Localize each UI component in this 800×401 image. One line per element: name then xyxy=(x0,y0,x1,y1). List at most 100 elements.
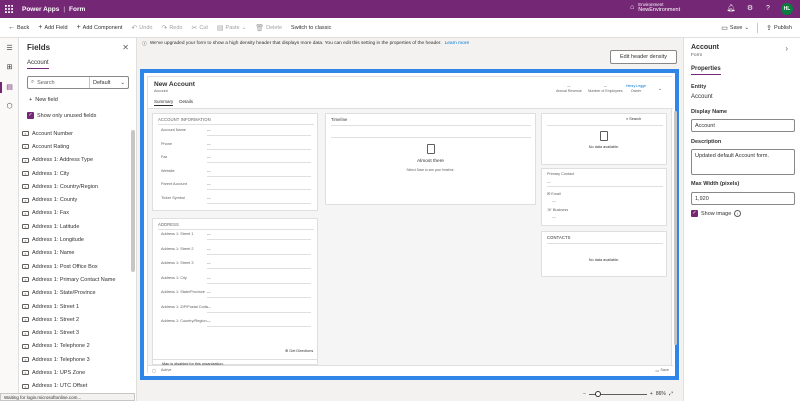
footer-save-label[interactable]: Save xyxy=(660,368,669,372)
field-list-scrollbar[interactable] xyxy=(131,130,135,272)
settings-icon[interactable]: ⚙ xyxy=(745,4,755,14)
field-list-item[interactable]: ≡ Address 1: UPS Zone xyxy=(22,366,130,379)
field-list-item[interactable]: ≡ Address 1: State/Province xyxy=(22,287,130,300)
field-list-item[interactable]: ≡ Address 1: Fax xyxy=(22,207,130,220)
entity-value: Account xyxy=(691,94,713,100)
form-field-row[interactable]: Address 1: State/Province --- xyxy=(161,290,256,294)
get-directions-link[interactable]: ⊕ Get Directions xyxy=(285,348,313,353)
address-section[interactable]: ADDRESS Address 1: Street 1 --- Address 1:… xyxy=(152,218,318,360)
environment-picker[interactable]: ⌂ Environment NewEnvironment xyxy=(630,2,680,13)
add-component-button[interactable]: + Add Component xyxy=(77,24,123,31)
publish-button[interactable]: ⇪ Publish xyxy=(766,24,792,32)
field-list-item[interactable]: ≡ Address 1: Primary Contact Name xyxy=(22,273,130,286)
undo-button[interactable]: ↶ Undo xyxy=(131,24,152,32)
field-list-item[interactable]: ≡ Account Number xyxy=(22,127,130,140)
back-button[interactable]: ← Back xyxy=(8,24,29,31)
zoom-slider[interactable] xyxy=(588,390,647,397)
form-field-row[interactable]: Address 1: Street 3 --- xyxy=(161,261,256,265)
max-width-field[interactable]: 1,920 xyxy=(691,192,795,205)
redo-button[interactable]: ↷ Redo xyxy=(161,24,182,32)
form-field-row[interactable]: Ticker Symbol --- xyxy=(161,196,256,200)
switch-classic-button[interactable]: Switch to classic xyxy=(291,25,331,31)
zoom-in-icon[interactable]: + xyxy=(650,391,653,397)
cut-button[interactable]: ✂ Cut xyxy=(191,24,207,32)
fields-icon[interactable]: ▤ xyxy=(4,82,15,93)
zoom-slider-thumb[interactable] xyxy=(594,390,601,397)
show-unused-checkbox[interactable]: ✓ Show only unused fields xyxy=(27,112,96,119)
app-name[interactable]: Power Apps xyxy=(22,6,59,13)
form-field-row[interactable]: Address 1: Country/Region --- xyxy=(161,319,256,323)
field-list-item[interactable]: ≡ Address 1: Name xyxy=(22,247,130,260)
form-field-row[interactable]: Parent Account --- xyxy=(161,182,256,186)
field-list-item[interactable]: ≡ Address 1: Post Office Box xyxy=(22,260,130,273)
tab-summary[interactable]: Summary xyxy=(154,99,174,106)
help-icon[interactable]: ? xyxy=(763,4,773,14)
header-field-employees[interactable]: --- Number of Employees xyxy=(588,84,623,94)
new-field-button[interactable]: + New field xyxy=(29,97,58,103)
zoom-out-icon[interactable]: − xyxy=(583,391,586,397)
field-list-item[interactable]: ≡ Address 1: City xyxy=(22,167,130,180)
close-icon[interactable]: ✕ xyxy=(122,43,129,52)
email-field[interactable]: ✉ Email xyxy=(547,191,561,196)
learn-more-link[interactable]: Learn more xyxy=(445,41,470,46)
chevron-down-icon[interactable]: ⌄ xyxy=(658,86,662,92)
field-list-item[interactable]: ≡ Address 1: Country/Region xyxy=(22,180,130,193)
form-selection-frame[interactable]: New Account Account Summary Details --- A… xyxy=(140,69,679,380)
primary-contact-value: --- xyxy=(547,180,551,184)
fit-to-screen-icon[interactable]: ⤢ xyxy=(669,391,673,397)
field-list-item[interactable]: ≡ Address 1: UTC Offset xyxy=(22,380,130,393)
form-scrollbar[interactable] xyxy=(674,111,677,345)
save-button[interactable]: ▭ Save ⌄ xyxy=(721,24,749,32)
add-field-button[interactable]: + Add Field xyxy=(38,24,67,31)
form-field-row[interactable]: Address 1: Street 2 --- xyxy=(161,247,256,251)
hamburger-icon[interactable]: ☰ xyxy=(4,43,15,54)
field-list-item[interactable]: ≡ Address 1: Street 2 xyxy=(22,313,130,326)
app-launcher-icon[interactable] xyxy=(0,0,18,18)
form-field-row[interactable]: Address 1: City --- xyxy=(161,276,256,280)
expand-icon[interactable]: ▢ xyxy=(152,368,156,373)
form-field-row[interactable]: Website --- xyxy=(161,169,256,173)
avatar[interactable]: HL xyxy=(781,3,793,15)
tree-view-icon[interactable]: ⬡ xyxy=(4,101,15,112)
form-field-row[interactable]: Address 1: Street 1 --- xyxy=(161,232,256,236)
field-filter-dropdown[interactable]: Default ⌄ xyxy=(90,80,128,86)
timeline-section[interactable]: Timeline Almost there Select Save to see… xyxy=(325,113,536,205)
form-header[interactable]: New Account Account Summary Details --- A… xyxy=(148,77,673,109)
tab-properties[interactable]: Properties xyxy=(691,66,721,75)
subgrid-search[interactable]: ⌕ Search xyxy=(626,117,641,121)
contacts-section[interactable]: CONTACTS No data available. xyxy=(541,231,667,277)
form-field-row[interactable]: Account Name --- xyxy=(161,128,256,132)
tab-account[interactable]: Account xyxy=(27,60,49,69)
field-list-item[interactable]: ≡ Address 1: Longitude xyxy=(22,233,130,246)
field-list-item[interactable]: ≡ Address 1: County xyxy=(22,193,130,206)
form-field-row[interactable]: Fax --- xyxy=(161,155,256,159)
field-list-item[interactable]: ≡ Address 1: Telephone 3 xyxy=(22,353,130,366)
tab-details[interactable]: Details xyxy=(179,99,193,106)
components-icon[interactable]: ⊞ xyxy=(4,62,15,73)
notifications-icon[interactable]: 🔔︎ xyxy=(726,4,736,14)
business-phone-field[interactable]: ☏ Business xyxy=(547,207,568,212)
field-type-icon: ≡ xyxy=(22,304,29,309)
chevron-right-icon[interactable]: › xyxy=(785,44,788,53)
info-icon[interactable]: i xyxy=(734,210,742,217)
field-list-item[interactable]: ≡ Address 1: Address Type xyxy=(22,154,130,167)
form-field-row[interactable]: Phone --- xyxy=(161,142,256,146)
search-input[interactable]: ⌕ Search xyxy=(28,77,90,88)
form-field-row[interactable]: Address 1: ZIP/Postal Code --- xyxy=(161,305,256,309)
edit-header-density-button[interactable]: Edit header density xyxy=(610,50,677,64)
account-information-section[interactable]: ACCOUNT INFORMATION Account Name --- Phone… xyxy=(152,113,318,211)
field-list-item[interactable]: ≡ Address 1: Telephone 2 xyxy=(22,340,130,353)
field-list-item[interactable]: ≡ Address 1: Street 3 xyxy=(22,326,130,339)
primary-contact-section[interactable]: Primary Contact --- ✉ Email --- ☏ Busine… xyxy=(541,168,667,226)
show-image-checkbox[interactable]: ✓ Show image i xyxy=(691,210,742,217)
header-field-annual-revenue[interactable]: --- Annual Revenue xyxy=(556,84,582,94)
subgrid-section[interactable]: ⌕ Search No data available. xyxy=(541,113,667,165)
paste-button[interactable]: ▤ Paste ⌄ xyxy=(217,24,246,32)
field-list-item[interactable]: ≡ Account Rating xyxy=(22,140,130,153)
description-field[interactable]: Updated default Account form. xyxy=(691,149,795,175)
display-name-field[interactable]: Account xyxy=(691,119,795,132)
field-list-item[interactable]: ≡ Address 1: Latitude xyxy=(22,220,130,233)
delete-button[interactable]: 🗑︎ Delete xyxy=(255,24,282,32)
header-field-owner[interactable]: Henry Legge Owner xyxy=(626,84,646,94)
field-list-item[interactable]: ≡ Address 1: Street 1 xyxy=(22,300,130,313)
